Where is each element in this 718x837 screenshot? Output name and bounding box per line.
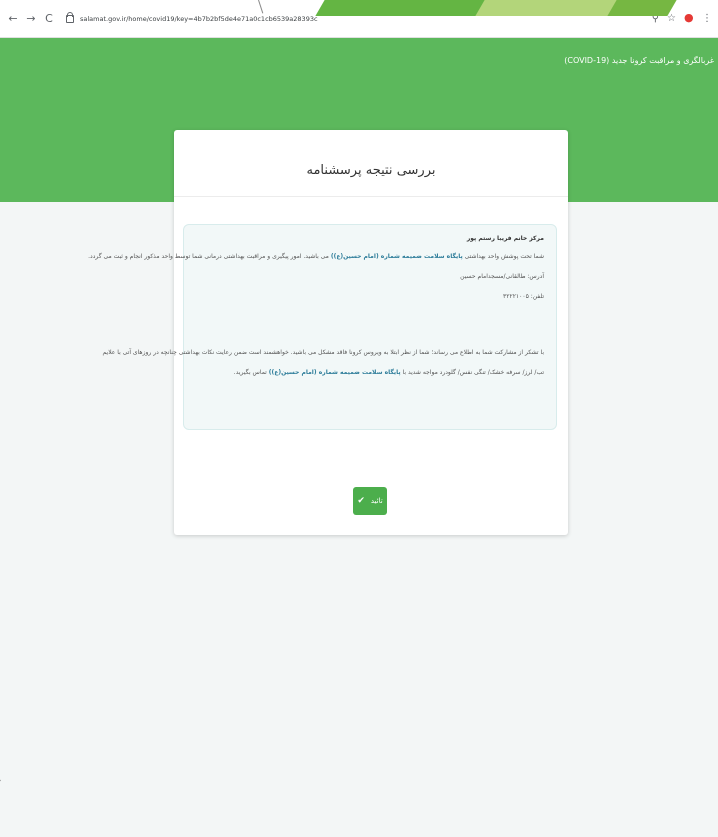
site-title: غربالگری و مراقبت کرونا جدید (COVID-19) [564, 56, 714, 65]
health-base-link[interactable]: پایگاه سلامت ضمیمه شماره (امام حسین(ع)) [331, 253, 463, 260]
health-base-link[interactable]: پایگاه سلامت ضمیمه شماره (امام حسین(ع)) [269, 369, 401, 376]
reload-icon[interactable]: C [44, 12, 54, 25]
confirm-button[interactable]: تائید ✔ [353, 487, 387, 515]
center-name: مرکز خانم فریبا رستم پور [466, 235, 544, 242]
result-info-box: مرکز خانم فریبا رستم پور شما تحت پوشش وا… [88, 224, 557, 430]
advice-text-line2: تب/ لرز/ سرفه خشک/ تنگی نفس/ گلودرد مواج… [234, 369, 544, 376]
coverage-text: شما تحت پوشش واحد بهداشتی پایگاه سلامت ض… [88, 253, 544, 260]
address-text: آدرس: طالقانی/مسجدامام حسین [460, 273, 544, 280]
decorative-shape [315, 0, 495, 16]
coverage-text-pre: شما تحت پوشش واحد بهداشتی [464, 253, 544, 260]
address-bar[interactable]: salamat.gov.ir/home/covid19/key=4b7b2bf5… [80, 15, 318, 23]
phone-text: تلفن: ۳۲۲۲۱۰۰۵ [503, 293, 544, 300]
advice-text-line1: با تشکر از مشارکت شما به اطلاع می رساند؛… [102, 349, 544, 356]
advice-text-pre: تب/ لرز/ سرفه خشک/ تنگی نفس/ گلودرد مواج… [402, 369, 544, 376]
menu-icon[interactable]: ⋮ [702, 13, 712, 24]
coverage-text-post: می باشید. امور پیگیری و مراقبت بهداشتی د… [88, 253, 329, 260]
profile-icon[interactable]: ● [684, 12, 694, 24]
back-icon[interactable]: ← [8, 12, 18, 25]
confirm-label: تائید [370, 497, 383, 505]
decorative-line [0, 779, 1, 834]
card-title: بررسی نتیجه پرسشنامه [306, 163, 436, 178]
result-card: بررسی نتیجه پرسشنامه مرکز خانم فریبا رست… [88, 130, 568, 535]
advice-text-post: تماس بگیرید. [233, 369, 267, 376]
lock-icon [66, 11, 74, 23]
decorative-shape [607, 0, 677, 16]
forward-icon[interactable]: → [26, 12, 36, 25]
check-icon: ✔ [357, 496, 365, 506]
divider [174, 196, 568, 197]
